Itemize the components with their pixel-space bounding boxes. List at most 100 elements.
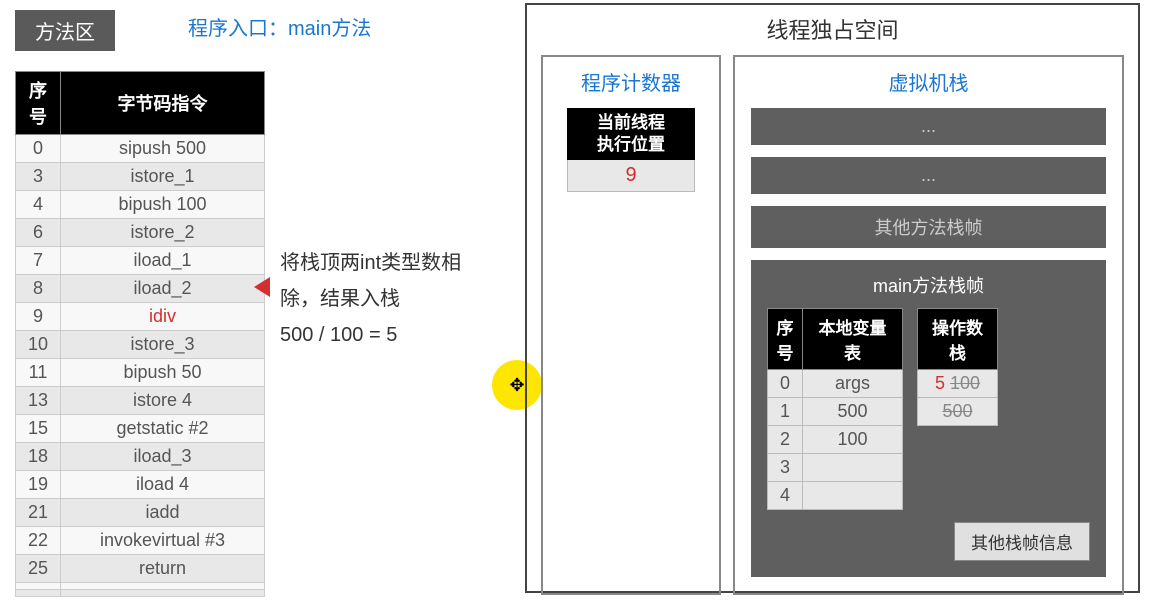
bytecode-seq [16,590,61,597]
lvt-seq: 0 [768,370,803,398]
bytecode-seq: 8 [16,275,61,303]
lvt-val [803,482,903,510]
bytecode-row: 0sipush 500 [16,135,265,163]
bytecode-row: 8iload_2 [16,275,265,303]
bytecode-instr: bipush 50 [61,359,265,387]
bytecode-seq: 25 [16,555,61,583]
main-frame-title: main方法栈帧 [767,272,1090,298]
bytecode-row [16,590,265,597]
lvt-row: 3 [768,454,903,482]
bytecode-instr: istore_2 [61,219,265,247]
pc-title: 程序计数器 [543,67,719,96]
bytecode-row: 22invokevirtual #3 [16,527,265,555]
opstack-cell: 5 100 [918,370,998,398]
pc-value: 9 [567,160,695,192]
vm-stack-title: 虚拟机栈 [751,67,1106,96]
stack-frame-bar: ... [751,157,1106,194]
bytecode-seq: 10 [16,331,61,359]
other-frame-info-button[interactable]: 其他栈帧信息 [954,522,1090,561]
program-counter-panel: 程序计数器 当前线程 执行位置 9 [541,55,721,595]
explanation-line: 将栈顶两int类型数相 [280,245,461,281]
lvt-seq: 3 [768,454,803,482]
bytecode-instr: istore_1 [61,163,265,191]
entry-label: 程序入口：main方法 [188,12,371,41]
operand-stack-table: 操作数栈 5 100500 [917,308,998,426]
bytecode-row: 7iload_1 [16,247,265,275]
bytecode-seq: 19 [16,471,61,499]
lvt-val: 500 [803,398,903,426]
bytecode-seq: 6 [16,219,61,247]
lvt-seq: 4 [768,482,803,510]
bytecode-instr: sipush 500 [61,135,265,163]
bytecode-instr: idiv [61,303,265,331]
thread-title: 线程独占空间 [527,5,1138,55]
opstack-header: 操作数栈 [918,309,998,370]
bytecode-seq: 7 [16,247,61,275]
lvt-row: 4 [768,482,903,510]
opstack-row: 5 100 [918,370,998,398]
explanation-line: 除，结果入栈 [280,281,461,317]
bytecode-instr: iload_3 [61,443,265,471]
bytecode-instr: iload_1 [61,247,265,275]
bytecode-instr: invokevirtual #3 [61,527,265,555]
lvt-row: 2100 [768,426,903,454]
bytecode-seq: 9 [16,303,61,331]
bytecode-row: 13istore 4 [16,387,265,415]
bytecode-row: 4bipush 100 [16,191,265,219]
stack-frame-bar: 其他方法栈帧 [751,206,1106,248]
bytecode-seq: 18 [16,443,61,471]
lvt-val [803,454,903,482]
opstack-cell: 500 [918,398,998,426]
bytecode-instr: iload 4 [61,471,265,499]
lvt-val: args [803,370,903,398]
bytecode-instr: iload_2 [61,275,265,303]
bytecode-row: 11bipush 50 [16,359,265,387]
explanation-line: 500 / 100 = 5 [280,317,461,353]
bytecode-seq: 0 [16,135,61,163]
opstack-row: 500 [918,398,998,426]
stack-frame-bar: ... [751,108,1106,145]
bytecode-row: 21iadd [16,499,265,527]
bytecode-instr: istore 4 [61,387,265,415]
bytecode-row: 25return [16,555,265,583]
lvt-row: 0args [768,370,903,398]
bytecode-seq: 4 [16,191,61,219]
bytecode-row: 10istore_3 [16,331,265,359]
bytecode-seq: 22 [16,527,61,555]
pc-label: 当前线程 执行位置 [567,108,695,160]
bytecode-row: 15getstatic #2 [16,415,265,443]
bytecode-seq: 15 [16,415,61,443]
current-instruction-pointer-icon [254,277,270,297]
method-area-box: 方法区 [15,10,115,51]
bytecode-seq: 21 [16,499,61,527]
local-variable-table: 序号 本地变量表 0args1500210034 [767,308,903,510]
bytecode-instr [61,590,265,597]
bytecode-seq: 13 [16,387,61,415]
bytecode-header-instr: 字节码指令 [61,72,265,135]
lvt-header-seq: 序号 [768,309,803,370]
lvt-header-val: 本地变量表 [803,309,903,370]
bytecode-instr: iadd [61,499,265,527]
bytecode-instr [61,583,265,590]
bytecode-seq: 3 [16,163,61,191]
move-cursor-icon: ✥ [509,375,524,396]
bytecode-seq: 11 [16,359,61,387]
bytecode-row: 19iload 4 [16,471,265,499]
bytecode-instr: getstatic #2 [61,415,265,443]
lvt-seq: 2 [768,426,803,454]
bytecode-instr: bipush 100 [61,191,265,219]
bytecode-table: 序号 字节码指令 0sipush 5003istore_14bipush 100… [15,71,265,597]
thread-space-panel: 线程独占空间 程序计数器 当前线程 执行位置 9 虚拟机栈 ... ... 其他… [525,3,1140,593]
lvt-row: 1500 [768,398,903,426]
bytecode-row: 3istore_1 [16,163,265,191]
bytecode-row: 9idiv [16,303,265,331]
bytecode-header-seq: 序号 [16,72,61,135]
bytecode-row: 18iload_3 [16,443,265,471]
lvt-seq: 1 [768,398,803,426]
main-frame: main方法栈帧 序号 本地变量表 0args1500210034 操作数栈 [751,260,1106,577]
bytecode-row [16,583,265,590]
lvt-val: 100 [803,426,903,454]
bytecode-instr: return [61,555,265,583]
bytecode-seq [16,583,61,590]
bytecode-instr: istore_3 [61,331,265,359]
